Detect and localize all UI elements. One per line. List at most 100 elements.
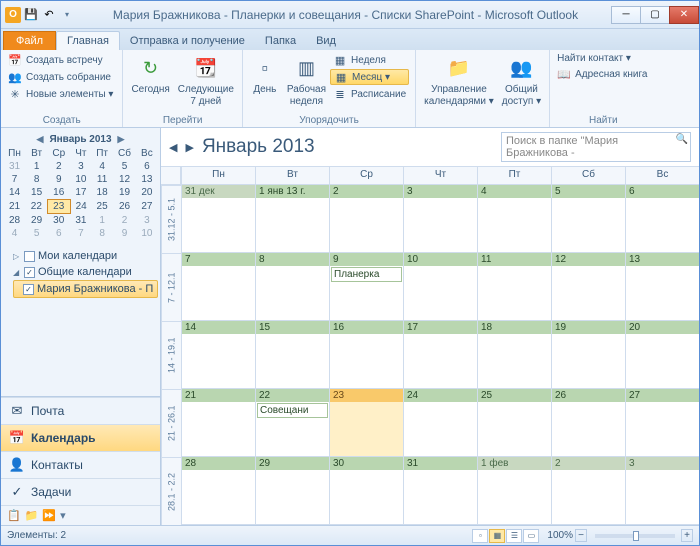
day-body[interactable] [478,266,551,320]
day-body[interactable] [626,470,699,524]
day-body[interactable] [404,334,477,388]
mini-cal-next[interactable]: ▶ [118,134,125,145]
next7days-button[interactable]: 📆Следующие 7 дней [174,52,238,109]
day-cell[interactable]: 8 [255,253,329,321]
day-body[interactable] [182,402,255,456]
qat-dropdown-icon[interactable]: ▾ [59,7,75,23]
mini-cal-grid[interactable]: ПнВтСрЧтПтСбВс 3112345678910111213141516… [3,147,158,240]
day-body[interactable] [478,334,551,388]
mini-day-cell[interactable]: 11 [91,173,112,186]
checkbox-icon[interactable] [24,251,35,262]
day-cell[interactable]: 7 [181,253,255,321]
mini-day-cell[interactable]: 7 [70,227,91,240]
day-cell[interactable]: 29 [255,457,329,525]
day-cell[interactable]: 22Совещани [255,389,329,457]
mini-day-cell[interactable]: 15 [26,186,47,200]
close-button[interactable]: ✕ [669,6,699,24]
day-body[interactable] [478,402,551,456]
address-book-button[interactable]: 📖Адресная книга [554,66,650,82]
day-cell[interactable]: 6 [625,185,699,253]
cal-prev-month[interactable]: ◀ [169,141,177,154]
mini-day-cell[interactable]: 13 [136,173,157,186]
notes-icon[interactable]: 📋 [7,509,21,522]
day-body[interactable] [478,470,551,524]
calendar-search-input[interactable]: Поиск в папке "Мария Бражникова - [501,132,691,162]
mini-day-cell[interactable]: 20 [136,186,157,200]
day-body[interactable] [552,266,625,320]
day-body[interactable] [626,198,699,252]
day-view-button[interactable]: ▫День [247,52,283,98]
mini-day-cell[interactable]: 14 [3,186,26,200]
mini-day-cell[interactable]: 1 [26,160,47,173]
mini-day-cell[interactable]: 29 [26,214,47,228]
mini-day-cell[interactable]: 17 [70,186,91,200]
mini-day-cell[interactable]: 10 [136,227,157,240]
day-cell[interactable]: 16 [329,321,403,389]
day-body[interactable] [404,198,477,252]
mini-day-cell[interactable]: 12 [113,173,136,186]
day-body[interactable] [256,198,329,252]
mini-day-cell[interactable]: 2 [113,214,136,228]
day-cell[interactable]: 25 [477,389,551,457]
mini-day-cell[interactable]: 4 [3,227,26,240]
new-meeting-button[interactable]: 📅Создать встречу [5,52,116,68]
mini-day-cell[interactable]: 6 [47,227,70,240]
day-body[interactable] [330,470,403,524]
zoom-thumb[interactable] [633,531,639,541]
new-items-button[interactable]: ✳Новые элементы ▾ [5,86,116,102]
manage-calendars-button[interactable]: 📁Управление календарями ▾ [420,52,498,109]
day-cell[interactable]: 9Планерка [329,253,403,321]
mini-day-cell[interactable]: 7 [3,173,26,186]
day-body[interactable] [552,470,625,524]
checkbox-icon[interactable]: ✓ [23,284,34,295]
day-cell[interactable]: 1 фев [477,457,551,525]
week-label[interactable]: 28.1 - 2.2 [161,457,181,525]
mini-day-cell[interactable]: 4 [91,160,112,173]
mini-day-cell[interactable]: 27 [136,200,157,214]
configure-icon[interactable]: ▾ [60,509,66,522]
shortcuts-icon[interactable]: ⏩ [42,509,56,522]
day-cell[interactable]: 27 [625,389,699,457]
mini-day-cell[interactable]: 5 [26,227,47,240]
day-body[interactable] [256,470,329,524]
day-cell[interactable]: 1 янв 13 г. [255,185,329,253]
tree-calendar-selected[interactable]: ✓ Мария Бражникова - П [13,280,158,298]
mini-day-cell[interactable]: 3 [136,214,157,228]
day-body[interactable] [404,266,477,320]
nav-tasks-button[interactable]: ✓Задачи [1,478,160,505]
day-body[interactable] [182,470,255,524]
mini-day-cell[interactable]: 23 [47,200,70,214]
day-cell[interactable]: 3 [403,185,477,253]
schedule-view-button[interactable]: ≣Расписание [330,86,409,102]
mini-day-cell[interactable]: 2 [47,160,70,173]
mini-day-cell[interactable]: 9 [113,227,136,240]
mini-day-cell[interactable]: 10 [70,173,91,186]
day-cell[interactable]: 15 [255,321,329,389]
zoom-slider[interactable] [595,534,675,538]
week-view-button[interactable]: ▦Неделя [330,52,409,68]
week-label[interactable]: 7 - 12.1 [161,253,181,321]
day-cell[interactable]: 28 [181,457,255,525]
mini-day-cell[interactable]: 5 [113,160,136,173]
day-body[interactable] [330,334,403,388]
week-label[interactable]: 21 - 26.1 [161,389,181,457]
tab-send-receive[interactable]: Отправка и получение [120,32,255,50]
folder-list-icon[interactable]: 📁 [25,509,39,522]
mini-day-cell[interactable]: 6 [136,160,157,173]
workweek-view-button[interactable]: ▥Рабочая неделя [283,52,330,109]
mini-day-cell[interactable]: 24 [70,200,91,214]
mini-day-cell[interactable]: 8 [91,227,112,240]
view-calendar-icon[interactable]: ▦ [489,529,505,543]
mini-cal-prev[interactable]: ◀ [37,134,44,145]
day-body[interactable] [404,402,477,456]
day-cell[interactable]: 2 [329,185,403,253]
day-cell[interactable]: 3 [625,457,699,525]
mini-day-cell[interactable]: 22 [26,200,47,214]
share-button[interactable]: 👥Общий доступ ▾ [498,52,545,109]
calendar-weeks[interactable]: 31 дек1 янв 13 г.23456789Планерка1011121… [181,185,699,525]
calendar-event[interactable]: Совещани [257,403,328,418]
checkbox-icon[interactable]: ✓ [24,267,35,278]
day-body[interactable] [182,334,255,388]
day-cell[interactable]: 2 [551,457,625,525]
day-body[interactable] [330,402,403,456]
